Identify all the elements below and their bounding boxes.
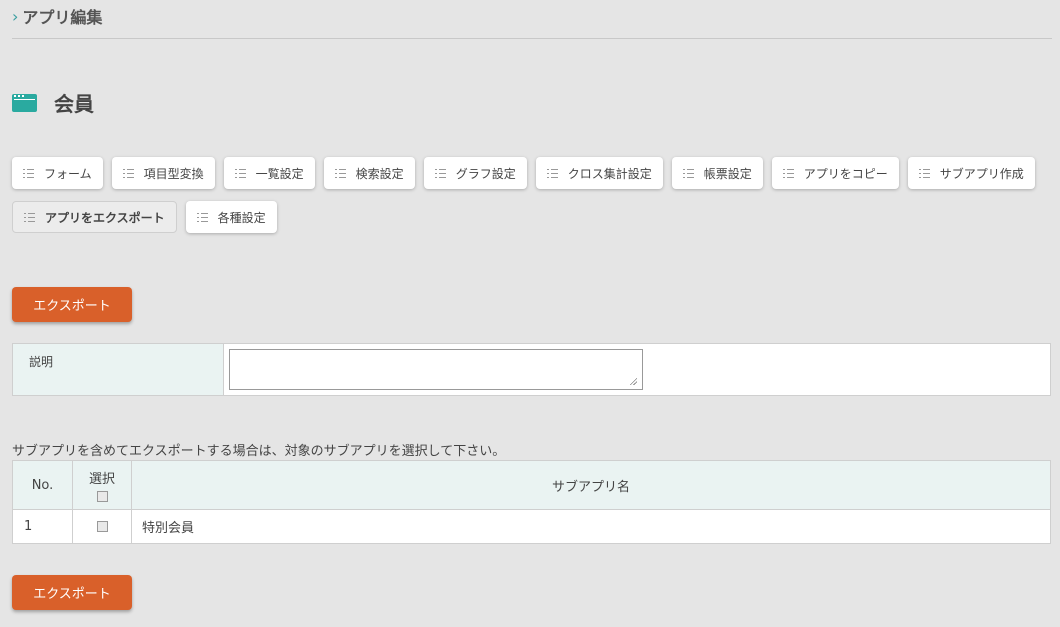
toolbar-button[interactable]: グラフ設定 — [423, 157, 527, 189]
list-icon — [334, 168, 346, 178]
table-row: 1 特別会員 — [12, 509, 1051, 544]
toolbar-button[interactable]: サブアプリ作成 — [907, 157, 1035, 189]
list-icon — [918, 168, 930, 178]
list-icon — [234, 168, 246, 178]
resize-grip-icon[interactable] — [629, 377, 637, 385]
description-table: 説明 — [12, 343, 1051, 396]
subapp-table: No. 選択 サブアプリ名 1 特別会員 — [12, 460, 1051, 544]
toolbar-button[interactable]: 各種設定 — [185, 201, 277, 233]
toolbar-row-2: アプリをエクスポート 各種設定 — [12, 201, 277, 233]
list-icon — [24, 212, 35, 222]
app-window-icon — [12, 93, 37, 112]
page-header: 会員 — [12, 88, 94, 117]
divider — [12, 38, 1052, 39]
list-icon — [122, 168, 134, 178]
list-icon — [196, 212, 208, 222]
toolbar-button-label: フォーム — [44, 166, 92, 181]
toolbar-row-1: フォーム 項目型変換 一覧設定 検索設定 グラフ設定 クロス集計設定 帳票設定 アプリをコピー… — [12, 157, 1035, 189]
toolbar-button-label: 帳票設定 — [703, 166, 752, 181]
toolbar-button-label: クロス集計設定 — [567, 166, 652, 181]
select-all-checkbox[interactable] — [96, 491, 108, 502]
toolbar-button[interactable]: フォーム — [12, 157, 103, 189]
toolbar-button[interactable]: 項目型変換 — [111, 157, 215, 189]
toolbar-button[interactable]: 帳票設定 — [671, 157, 763, 189]
row-no: 1 — [12, 509, 73, 544]
description-label: 説明 — [13, 344, 224, 395]
description-cell — [224, 344, 1050, 395]
toolbar-button-label: 検索設定 — [355, 166, 404, 181]
toolbar-button-label: 項目型変換 — [143, 166, 204, 181]
toolbar-button-label: グラフ設定 — [455, 166, 516, 181]
toolbar-button-label: アプリをエクスポート — [45, 210, 165, 225]
breadcrumb-label: アプリ編集 — [22, 8, 103, 27]
table-header-row: No. 選択 サブアプリ名 — [12, 460, 1051, 510]
row-select-cell — [72, 509, 132, 544]
list-icon — [682, 168, 694, 178]
column-header-no: No. — [12, 460, 73, 510]
list-icon — [434, 168, 446, 178]
column-header-select-label: 選択 — [88, 472, 115, 487]
export-button-bottom[interactable]: エクスポート — [12, 575, 132, 610]
export-button-top[interactable]: エクスポート — [12, 287, 132, 322]
chevron-right-icon: › — [12, 6, 19, 26]
breadcrumb: › アプリ編集 — [12, 4, 102, 28]
toolbar-button-label: サブアプリ作成 — [939, 166, 1024, 181]
row-subapp-name: 特別会員 — [131, 509, 1051, 544]
row-checkbox[interactable] — [96, 521, 108, 532]
toolbar-button[interactable]: クロス集計設定 — [535, 157, 663, 189]
toolbar-button[interactable]: 一覧設定 — [223, 157, 315, 189]
subapp-note: サブアプリを含めてエクスポートする場合は、対象のサブアプリを選択して下さい。 — [12, 444, 506, 459]
list-icon — [546, 168, 558, 178]
list-icon — [23, 168, 34, 178]
description-input[interactable] — [229, 349, 643, 390]
toolbar-button[interactable]: アプリをエクスポート — [12, 201, 177, 233]
toolbar-button-label: アプリをコピー — [803, 166, 888, 181]
page-title: 会員 — [54, 92, 94, 116]
toolbar-button[interactable]: アプリをコピー — [771, 157, 899, 189]
column-header-name: サブアプリ名 — [131, 460, 1051, 510]
column-header-select: 選択 — [72, 460, 132, 510]
toolbar-button-label: 各種設定 — [217, 210, 266, 225]
toolbar-button-label: 一覧設定 — [255, 166, 304, 181]
toolbar-button[interactable]: 検索設定 — [323, 157, 415, 189]
list-icon — [782, 168, 794, 178]
